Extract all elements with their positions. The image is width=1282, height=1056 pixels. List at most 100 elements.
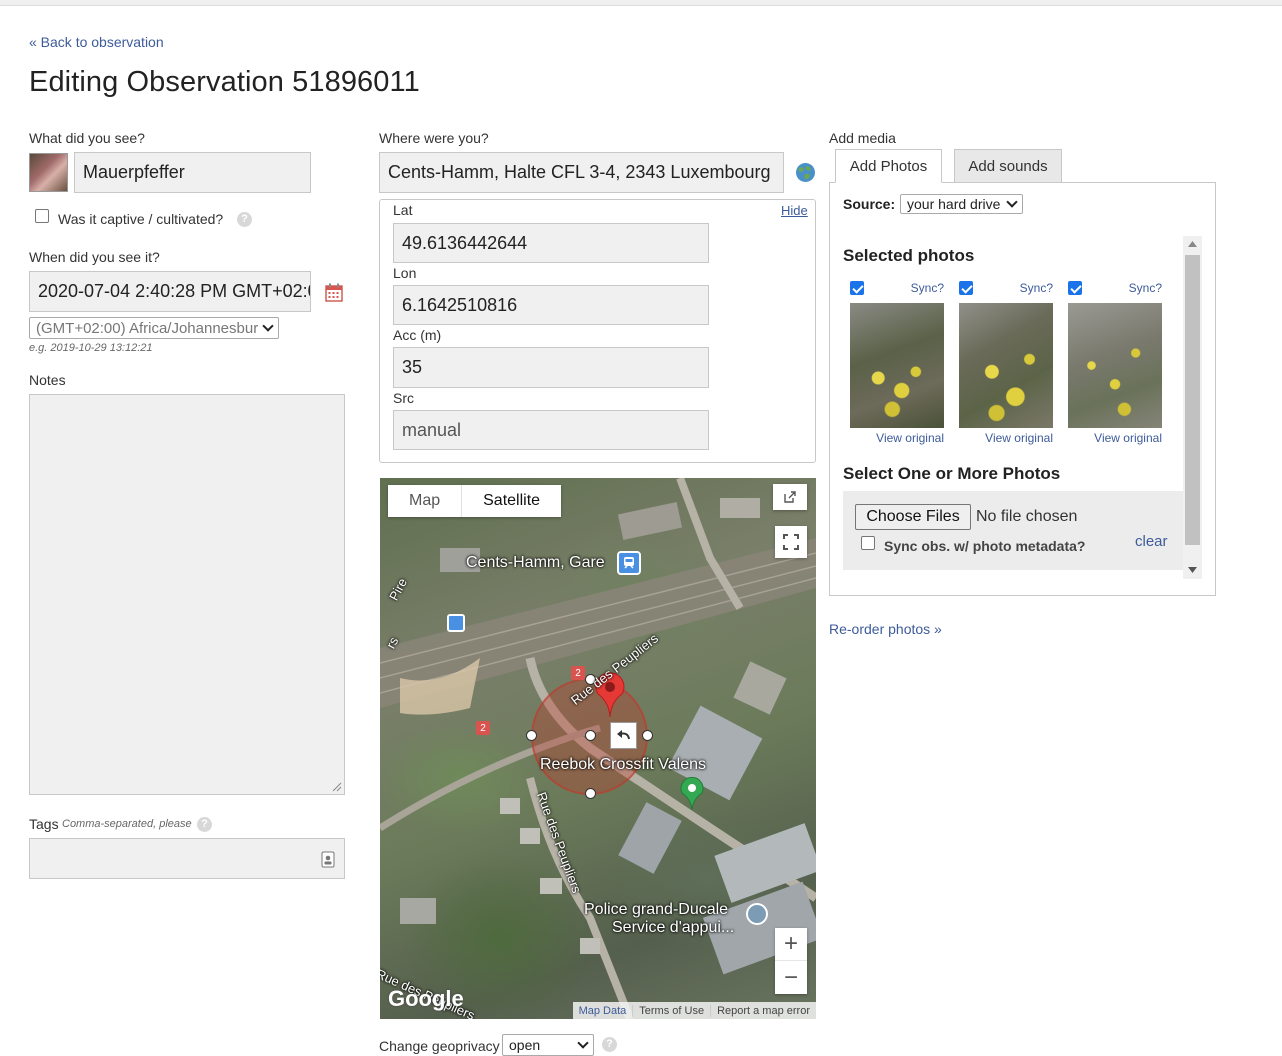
lat-input-value: 49.6136442644 (402, 232, 528, 253)
zoom-in-button[interactable]: + (775, 928, 807, 961)
calendar-icon[interactable] (325, 283, 343, 302)
photo-thumbnail[interactable] (1068, 303, 1162, 428)
sync-label[interactable]: Sync? (1129, 281, 1162, 295)
tab-add-sounds[interactable]: Add sounds (954, 149, 1062, 183)
photo-source-select[interactable]: your hard drive (900, 194, 1023, 214)
add-media-label: Add media (829, 130, 896, 146)
gym-poi-marker-icon[interactable] (679, 777, 705, 811)
captive-help-icon[interactable]: ? (237, 212, 252, 227)
sync-metadata-label: Sync obs. w/ photo metadata? (884, 538, 1086, 554)
circle-handle-center[interactable] (585, 730, 596, 741)
scroll-down-arrow-icon[interactable] (1188, 567, 1197, 573)
terms-of-use-link[interactable]: Terms of Use (632, 1004, 710, 1017)
notes-textarea[interactable] (29, 394, 345, 795)
bus-stop-icon[interactable] (447, 614, 465, 632)
captive-label: Was it captive / cultivated? (58, 211, 224, 227)
captive-checkbox[interactable] (35, 209, 49, 223)
resize-handle-icon[interactable] (332, 782, 342, 792)
fullscreen-button[interactable] (775, 526, 807, 558)
undo-edit-button[interactable] (610, 722, 637, 749)
lat-input[interactable]: 49.6136442644 (393, 223, 709, 263)
view-original-link[interactable]: View original (876, 431, 944, 445)
place-search-input[interactable]: Cents-Hamm, Halte CFL 3-4, 2343 Luxembou… (379, 152, 784, 193)
scroll-up-arrow-icon[interactable] (1188, 241, 1197, 247)
photo-select-checkbox[interactable] (959, 281, 973, 295)
sync-metadata-checkbox[interactable] (861, 536, 875, 550)
zoom-control: + − (775, 928, 807, 994)
place-search-input-value: Cents-Hamm, Halte CFL 3-4, 2343 Luxembou… (388, 162, 771, 182)
notes-label: Notes (29, 372, 66, 388)
source-label: Source: (843, 196, 896, 212)
scrollbar-thumb[interactable] (1185, 255, 1200, 545)
view-original-link[interactable]: View original (985, 431, 1053, 445)
route-badge: 2 (571, 666, 585, 680)
datetime-input[interactable]: 2020-07-04 2:40:28 PM GMT+02:00 (29, 271, 311, 312)
google-logo: Google (388, 986, 464, 1011)
datetime-input-value: 2020-07-04 2:40:28 PM GMT+02:00 (38, 281, 311, 301)
police-poi-icon[interactable] (746, 903, 768, 925)
photo-thumbnail[interactable] (959, 303, 1053, 428)
reorder-photos-link[interactable]: Re-order photos » (829, 621, 942, 637)
photo-card: Sync? View original (959, 281, 1053, 451)
fullscreen-icon (783, 534, 799, 550)
media-scrollbar[interactable] (1183, 236, 1202, 579)
geoprivacy-select-value: open (509, 1037, 541, 1053)
timezone-select-value: (GMT+02:00) Africa/Johannesburg (36, 319, 258, 337)
browser-top-strip (0, 0, 1282, 6)
tags-hint: Comma-separated, please (62, 818, 192, 830)
geoprivacy-help-icon[interactable]: ? (602, 1037, 617, 1052)
map-type-map-button[interactable]: Map (388, 485, 461, 517)
undo-icon (616, 729, 630, 739)
species-thumbnail (29, 153, 68, 192)
circle-handle-left[interactable] (526, 730, 537, 741)
lon-input[interactable]: 6.1642510816 (393, 285, 709, 325)
clear-files-link[interactable]: clear (1135, 533, 1168, 550)
source-input[interactable]: manual (393, 410, 709, 450)
report-map-error-link[interactable]: Report a map error (710, 1004, 816, 1017)
select-photos-heading: Select One or More Photos (843, 464, 1061, 483)
tags-input[interactable] (29, 838, 345, 879)
chevron-down-icon (577, 1037, 589, 1049)
sync-label[interactable]: Sync? (911, 281, 944, 295)
view-original-link[interactable]: View original (1094, 431, 1162, 445)
choose-files-button[interactable]: Choose Files (855, 504, 971, 530)
map-canvas[interactable]: 2 2 Cents-Hamm, Gare Reebok Crossfit Val… (380, 478, 816, 1019)
map-type-control: Map Satellite (388, 485, 562, 517)
hide-coordinates-link[interactable]: Hide (781, 203, 808, 218)
circle-handle-bottom[interactable] (585, 788, 596, 799)
map-data-link[interactable]: Map Data (573, 1005, 633, 1017)
geoprivacy-select[interactable]: open (502, 1034, 594, 1056)
external-link-icon (784, 491, 796, 503)
sync-label[interactable]: Sync? (1020, 281, 1053, 295)
zoom-out-button[interactable]: − (775, 961, 807, 994)
photo-select-checkbox[interactable] (1068, 281, 1082, 295)
src-label: Src (393, 390, 414, 406)
accuracy-input-value: 35 (402, 357, 423, 377)
accuracy-input[interactable]: 35 (393, 347, 709, 388)
species-input-value: Mauerpfeffer (83, 162, 185, 182)
tags-help-icon[interactable]: ? (197, 817, 212, 832)
back-to-observation-link[interactable]: « Back to observation (29, 34, 164, 50)
circle-handle-right[interactable] (642, 730, 653, 741)
photo-select-checkbox[interactable] (850, 281, 864, 295)
photo-source-select-value: your hard drive (907, 196, 1001, 212)
tab-add-photos[interactable]: Add Photos (835, 149, 942, 183)
lon-input-value: 6.1642510816 (402, 294, 518, 315)
map-type-satellite-button[interactable]: Satellite (461, 485, 561, 517)
route-badge: 2 (476, 721, 490, 735)
photo-thumbnail[interactable] (850, 303, 944, 428)
photo-card: Sync? View original (850, 281, 944, 451)
map-label-gym: Reebok Crossfit Valens (540, 756, 706, 773)
file-upload-area (843, 491, 1183, 570)
train-station-icon[interactable] (617, 551, 641, 575)
open-external-map-button[interactable] (773, 484, 807, 510)
no-file-chosen-text: No file chosen (976, 508, 1078, 525)
lat-label: Lat (393, 202, 413, 218)
datetime-example-hint: e.g. 2019-10-29 13:12:21 (29, 342, 153, 354)
globe-icon[interactable] (795, 162, 816, 183)
species-input[interactable]: Mauerpfeffer (74, 152, 311, 193)
tags-label: Tags (29, 816, 59, 832)
contact-card-icon (321, 851, 335, 868)
map-footer: Map Data Terms of Use Report a map error (572, 1002, 816, 1019)
timezone-select[interactable]: (GMT+02:00) Africa/Johannesburg (29, 317, 279, 339)
